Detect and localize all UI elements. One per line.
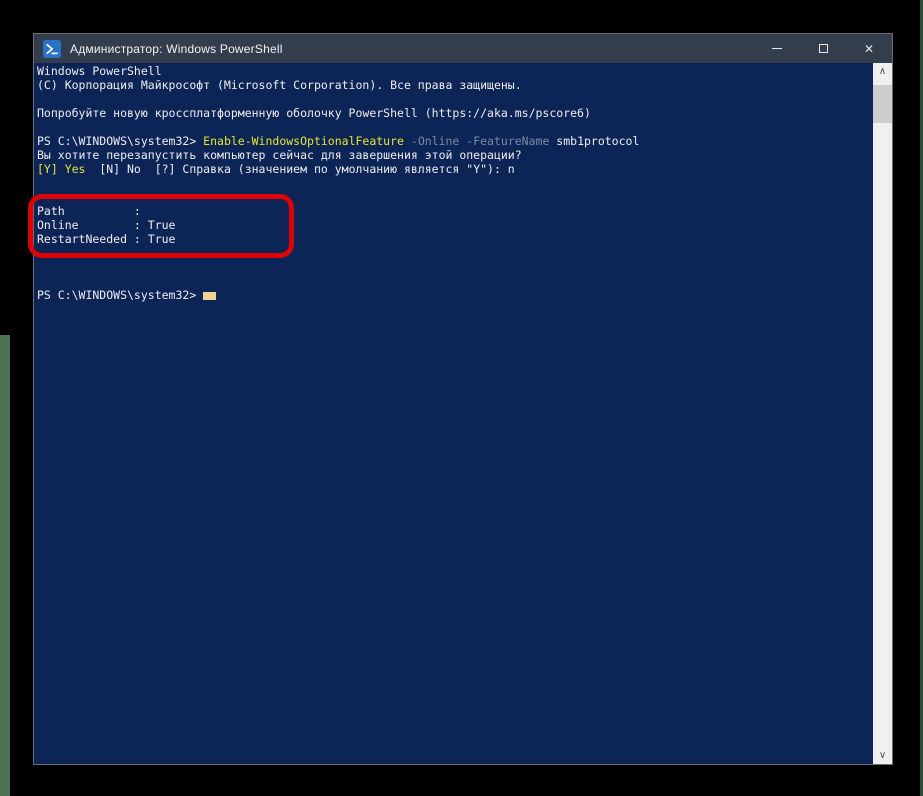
copyright-text: (C) Корпорация Майкрософт (Microsoft Cor… xyxy=(37,78,522,92)
console-viewport[interactable]: Windows PowerShell (C) Корпорация Майкро… xyxy=(34,63,873,764)
vertical-scrollbar[interactable]: ∧ ∨ xyxy=(873,63,892,764)
scrollbar-thumb[interactable] xyxy=(873,85,892,123)
cmdlet-argument-text: smb1protocol xyxy=(556,134,639,148)
output-path-line: Path : xyxy=(37,204,873,218)
confirm-question-text: Вы хотите перезапустить компьютер сейчас… xyxy=(37,148,522,162)
chevron-up-icon: ∧ xyxy=(879,66,886,77)
close-button[interactable]: ✕ xyxy=(846,34,892,63)
text-cursor xyxy=(203,292,216,300)
minimize-button[interactable] xyxy=(754,34,800,63)
scrollbar-down-button[interactable]: ∨ xyxy=(873,747,892,764)
output-restartneeded-line: RestartNeeded : True xyxy=(37,232,873,246)
pscore-hint-text: Попробуйте новую кроссплатформенную обол… xyxy=(37,106,591,120)
window-body: Windows PowerShell (C) Корпорация Майкро… xyxy=(34,63,892,764)
console-blank-line xyxy=(37,190,873,204)
console-blank-line xyxy=(37,120,873,134)
console-blank-line xyxy=(37,260,873,274)
window-title: Администратор: Windows PowerShell xyxy=(70,42,283,56)
prompt-text: PS C:\WINDOWS\system32> xyxy=(37,134,203,148)
confirm-yes-text: [Y] Yes xyxy=(37,162,85,176)
console-blank-line xyxy=(37,274,873,288)
output-online-text: Online : True xyxy=(37,218,175,232)
console-blank-line xyxy=(37,176,873,190)
chevron-down-icon: ∨ xyxy=(879,750,886,761)
console-command-line: PS C:\WINDOWS\system32> Enable-WindowsOp… xyxy=(37,134,873,148)
banner-text: Windows PowerShell xyxy=(37,64,162,78)
console-blank-line xyxy=(37,92,873,106)
console-final-prompt-line: PS C:\WINDOWS\system32> xyxy=(37,288,873,302)
console-copyright-line: (C) Корпорация Майкрософт (Microsoft Cor… xyxy=(37,78,873,92)
maximize-button[interactable] xyxy=(800,34,846,63)
desktop-edge-left xyxy=(0,335,10,796)
minimize-icon xyxy=(772,48,782,49)
powershell-icon xyxy=(43,40,61,58)
final-prompt-text: PS C:\WINDOWS\system32> xyxy=(37,288,203,302)
console-pscore-hint-line: Попробуйте новую кроссплатформенную обол… xyxy=(37,106,873,120)
close-icon: ✕ xyxy=(864,43,874,55)
output-online-line: Online : True xyxy=(37,218,873,232)
output-restartneeded-text: RestartNeeded : True xyxy=(37,232,175,246)
confirm-other-options-text: [N] No [?] Справка (значением по умолчан… xyxy=(85,162,514,176)
console-banner-line: Windows PowerShell xyxy=(37,64,873,78)
powershell-window: Администратор: Windows PowerShell ✕ Wind… xyxy=(33,33,893,765)
cmdlet-text: Enable-WindowsOptionalFeature xyxy=(203,134,404,148)
maximize-icon xyxy=(819,44,828,53)
cmdlet-params-text: -Online -FeatureName xyxy=(404,134,556,148)
console-confirm-question-line: Вы хотите перезапустить компьютер сейчас… xyxy=(37,148,873,162)
output-path-text: Path : xyxy=(37,204,141,218)
console-blank-line xyxy=(37,246,873,260)
console-confirm-options-line: [Y] Yes [N] No [?] Справка (значением по… xyxy=(37,162,873,176)
scrollbar-up-button[interactable]: ∧ xyxy=(873,63,892,80)
title-bar[interactable]: Администратор: Windows PowerShell ✕ xyxy=(34,34,892,63)
